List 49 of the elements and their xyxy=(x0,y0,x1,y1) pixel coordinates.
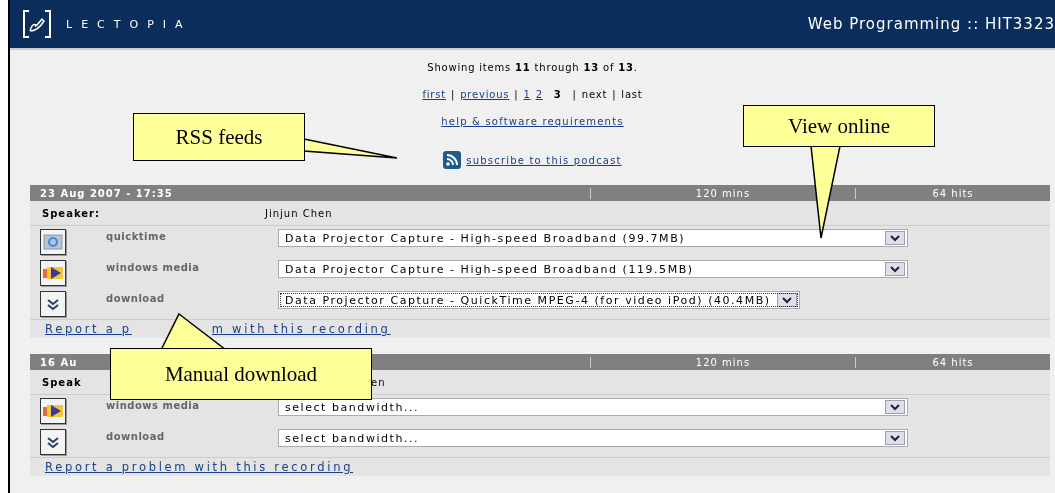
logo-text: LECTOPIA xyxy=(66,17,192,31)
double-chevron-icon xyxy=(45,297,61,311)
download-button[interactable] xyxy=(40,291,66,317)
speaker-name: Jinjun Chen xyxy=(265,207,333,219)
format-dropdown[interactable]: Data Projector Capture - High-speed Broadband (99.7MB) xyxy=(278,229,908,247)
format-dropdown[interactable]: select bandwidth... xyxy=(278,398,908,416)
rss-icon xyxy=(443,151,462,169)
speaker-name: en xyxy=(371,376,386,388)
format-dropdown[interactable]: select bandwidth... xyxy=(278,429,908,447)
separator-text: | xyxy=(612,89,617,100)
results-summary: Showing items 11 through 13 of 13. xyxy=(427,62,638,73)
double-chevron-icon xyxy=(45,435,61,449)
format-label: download xyxy=(106,430,166,442)
format-dropdown[interactable]: Data Projector Capture - High-speed Broadband (119.5MB) xyxy=(278,260,908,278)
recording-duration: 120 mins xyxy=(590,356,855,368)
page-link[interactable]: 3 xyxy=(553,89,562,100)
format-label: windows media xyxy=(106,261,201,273)
recording-date: 23 Aug 2007 - 17:35 xyxy=(39,187,174,199)
quicktime-button[interactable] xyxy=(40,229,66,255)
recording-hits: 64 hits xyxy=(855,356,1050,368)
recording-hits: 64 hits xyxy=(855,187,1050,199)
format-dropdown[interactable]: Data Projector Capture - QuickTime MPEG-4 (for video iPod) (40.4MB) xyxy=(278,291,800,309)
play-icon xyxy=(42,402,64,420)
pager-link[interactable]: first xyxy=(422,89,446,100)
format-label: download xyxy=(106,292,166,304)
page-link[interactable]: 1 xyxy=(523,89,531,100)
monitor-icon xyxy=(43,233,63,251)
media-player-button[interactable] xyxy=(40,398,66,424)
download-button[interactable] xyxy=(40,429,66,455)
logo-icon xyxy=(22,9,52,39)
recording-date: 16 Au xyxy=(39,356,79,368)
report-problem-link[interactable]: m with this recording xyxy=(211,322,391,336)
play-icon xyxy=(42,264,64,282)
format-label: windows media xyxy=(106,399,201,411)
report-problem-link[interactable]: Report a p xyxy=(45,322,132,336)
separator-text: | xyxy=(451,89,456,100)
separator-text: | xyxy=(572,89,577,100)
speaker-label: Speak xyxy=(42,376,82,388)
page-link[interactable]: 2 xyxy=(535,89,543,100)
subscribe-link[interactable]: subscribe to this podcast xyxy=(466,154,622,166)
callout-label: RSS feeds xyxy=(133,113,305,161)
media-player-button[interactable] xyxy=(40,260,66,286)
speaker-label: Speaker: xyxy=(42,207,100,219)
report-problem-link[interactable]: Report a problem with this recording xyxy=(45,460,354,474)
help-link[interactable]: help & software requirements xyxy=(441,116,624,127)
separator-text: | xyxy=(514,89,519,100)
course-title: Web Programming :: HIT3323 xyxy=(807,15,1055,33)
format-label: quicktime xyxy=(106,230,168,242)
pager-link[interactable]: previous xyxy=(460,89,510,100)
